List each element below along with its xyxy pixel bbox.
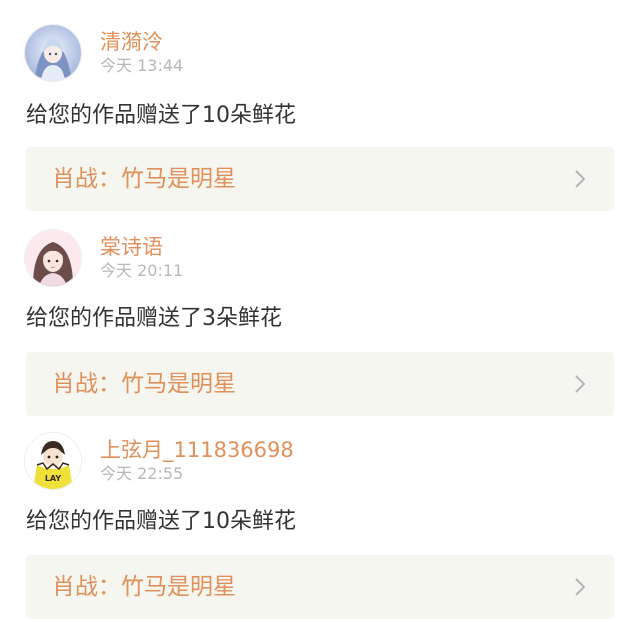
- username[interactable]: 上弦月_111836698: [100, 438, 294, 462]
- avatar[interactable]: [24, 24, 82, 82]
- avatar-badge-text: LAY: [45, 474, 62, 483]
- anime-girl-avatar-icon: [25, 230, 81, 286]
- gift-notification-feed: 清漪泠 今天 13:44 给您的作品赠送了10朵鲜花 肖战：竹马是明星 棠诗语: [0, 0, 640, 622]
- username[interactable]: 棠诗语: [100, 235, 163, 259]
- work-title: 肖战：竹马是明星: [52, 166, 236, 192]
- avatar[interactable]: [24, 229, 82, 287]
- username[interactable]: 清漪泠: [100, 30, 163, 54]
- gift-message: 给您的作品赠送了10朵鲜花: [26, 103, 296, 128]
- gift-message: 给您的作品赠送了10朵鲜花: [26, 509, 296, 534]
- avatar[interactable]: LAY: [24, 432, 82, 490]
- chevron-right-icon: [575, 578, 586, 596]
- timestamp: 今天 20:11: [100, 261, 184, 280]
- work-link-card[interactable]: 肖战：竹马是明星: [26, 147, 614, 211]
- work-title: 肖战：竹马是明星: [52, 371, 236, 397]
- cartoon-boy-avatar-icon: LAY: [25, 433, 81, 489]
- gift-message: 给您的作品赠送了3朵鲜花: [26, 306, 282, 331]
- chevron-right-icon: [575, 170, 586, 188]
- work-link-card[interactable]: 肖战：竹马是明星: [26, 555, 614, 619]
- work-title: 肖战：竹马是明星: [52, 574, 236, 600]
- work-link-card[interactable]: 肖战：竹马是明星: [26, 352, 614, 416]
- anime-girl-avatar-icon: [25, 25, 81, 81]
- timestamp: 今天 13:44: [100, 56, 184, 75]
- timestamp: 今天 22:55: [100, 464, 184, 483]
- chevron-right-icon: [575, 375, 586, 393]
